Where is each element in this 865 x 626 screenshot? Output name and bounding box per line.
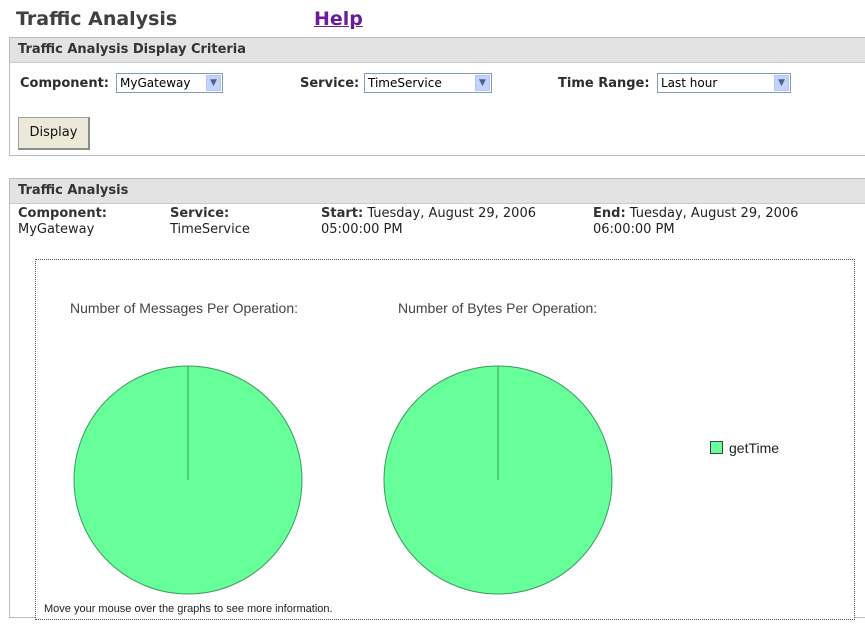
info-service-value: TimeService [170,222,250,237]
criteria-panel-title: Traffic Analysis Display Criteria [10,38,865,63]
help-link[interactable]: Help [314,8,363,30]
info-start-date: Tuesday, August 29, 2006 [367,206,536,221]
display-button[interactable]: Display [18,117,90,150]
chevron-down-icon[interactable]: ▼ [774,75,789,91]
component-select-value: MyGateway [120,76,191,90]
info-end: End: Tuesday, August 29, 2006 06:00:00 P… [593,206,798,238]
component-label: Component: [20,76,109,91]
page-title: Traffic Analysis [16,8,178,30]
legend-swatch [710,441,723,454]
time-range-label: Time Range: [558,76,650,91]
time-range-select[interactable]: Last hour ▼ [657,73,791,93]
chart-area: Number of Messages Per Operation: Number… [35,259,855,620]
chevron-down-icon[interactable]: ▼ [475,75,490,91]
messages-pie-chart[interactable] [72,364,304,596]
time-range-select-value: Last hour [661,76,718,90]
legend-label: getTime [729,440,780,456]
info-service-label: Service: [170,206,230,221]
info-end-time: 06:00:00 PM [593,222,675,237]
info-end-date: Tuesday, August 29, 2006 [629,206,799,221]
display-criteria-panel: Traffic Analysis Display Criteria Compon… [9,37,865,156]
bytes-chart-title: Number of Bytes Per Operation: [398,300,598,316]
component-select[interactable]: MyGateway ▼ [116,73,223,93]
info-end-label: End: [593,206,626,221]
info-start: Start: Tuesday, August 29, 2006 05:00:00… [321,206,536,238]
bytes-pie-chart[interactable] [382,364,614,596]
service-select[interactable]: TimeService ▼ [364,73,492,93]
chart-hint-text: Move your mouse over the graphs to see m… [44,603,333,615]
analysis-panel-title: Traffic Analysis [10,179,865,204]
info-service: Service: TimeService [170,206,250,238]
service-select-value: TimeService [368,76,442,90]
info-component-value: MyGateway [18,222,95,237]
info-component: Component: MyGateway [18,206,107,238]
chart-legend: getTime [710,440,779,456]
info-component-label: Component: [18,206,107,221]
messages-chart-title: Number of Messages Per Operation: [70,300,298,316]
info-start-time: 05:00:00 PM [321,222,403,237]
service-label: Service: [300,76,360,91]
info-start-label: Start: [321,206,364,221]
chevron-down-icon[interactable]: ▼ [206,75,221,91]
traffic-analysis-panel: Traffic Analysis Component: MyGateway Se… [9,178,865,620]
